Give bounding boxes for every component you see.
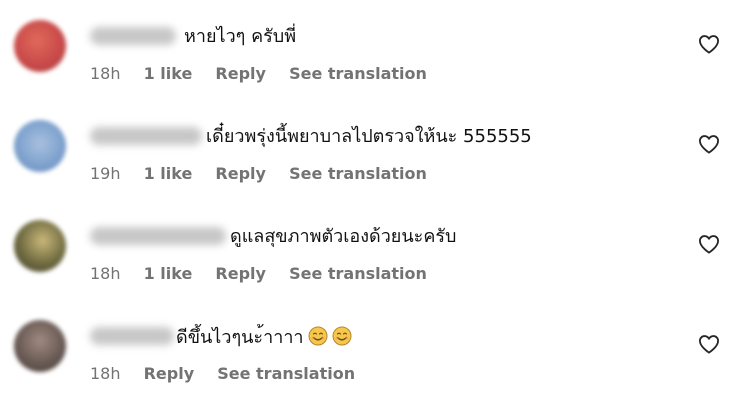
likes-count[interactable]: 1 like [144, 264, 193, 284]
comment-item: หายไวๆ ครับพี่ 18h 1 like Reply See tran… [0, 0, 734, 100]
comment-item: ดีขึ้นไวๆนะ้าาาา 18h Reply See translati… [0, 300, 734, 400]
see-translation-button[interactable]: See translation [217, 364, 355, 384]
reply-button[interactable]: Reply [215, 264, 266, 284]
username[interactable] [90, 327, 174, 345]
comment-meta: 18h 1 like Reply See translation [90, 64, 427, 84]
smiling-face-emoji-icon [308, 326, 328, 346]
comment-time: 18h [90, 64, 121, 83]
comment-time: 19h [90, 164, 121, 183]
comment-text: ดูแลสุขภาพตัวเองด้วยนะครับ [230, 226, 457, 247]
avatar[interactable] [14, 120, 66, 172]
comment-meta: 19h 1 like Reply See translation [90, 164, 427, 184]
comment-text: ดีขึ้นไวๆนะ้าาาา [176, 326, 352, 349]
like-heart-icon[interactable] [698, 334, 720, 354]
like-heart-icon[interactable] [698, 234, 720, 254]
likes-count[interactable]: 1 like [144, 164, 193, 184]
comment-text-body: ดีขึ้นไวๆนะ้าาาา [176, 327, 304, 348]
reply-button[interactable]: Reply [215, 64, 266, 84]
comment-meta: 18h 1 like Reply See translation [90, 264, 427, 284]
comment-time: 18h [90, 364, 121, 383]
reply-button[interactable]: Reply [144, 364, 195, 384]
comment-time: 18h [90, 264, 121, 283]
likes-count[interactable]: 1 like [144, 64, 193, 84]
see-translation-button[interactable]: See translation [289, 64, 427, 84]
avatar[interactable] [14, 20, 66, 72]
comment-item: ดูแลสุขภาพตัวเองด้วยนะครับ 18h 1 like Re… [0, 200, 734, 300]
comment-meta: 18h Reply See translation [90, 364, 355, 384]
username[interactable] [90, 27, 176, 45]
comment-text: เดี๋ยวพรุ่งนี้พยาบาลไปตรวจให้นะ 555555 [206, 126, 532, 147]
comment-text: หายไวๆ ครับพี่ [184, 26, 297, 47]
reply-button[interactable]: Reply [215, 164, 266, 184]
comment-item: เดี๋ยวพรุ่งนี้พยาบาลไปตรวจให้นะ 555555 1… [0, 100, 734, 200]
smiling-face-emoji-icon [332, 326, 352, 346]
avatar[interactable] [14, 220, 66, 272]
avatar[interactable] [14, 320, 66, 372]
comments-page: { "comments": [ { "text": "หายไวๆ ครับพี… [0, 0, 734, 404]
like-heart-icon[interactable] [698, 34, 720, 54]
username[interactable] [90, 227, 226, 245]
username[interactable] [90, 127, 202, 145]
see-translation-button[interactable]: See translation [289, 164, 427, 184]
like-heart-icon[interactable] [698, 134, 720, 154]
see-translation-button[interactable]: See translation [289, 264, 427, 284]
